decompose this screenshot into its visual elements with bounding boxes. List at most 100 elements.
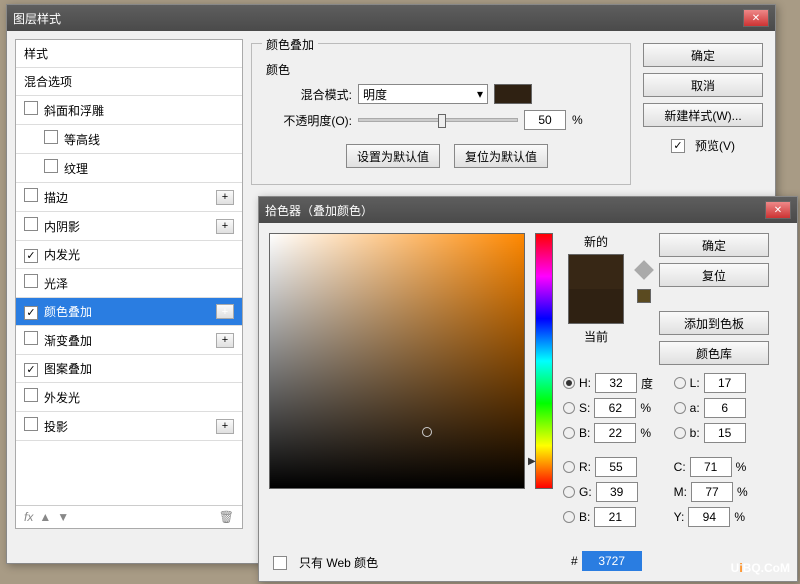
c-input[interactable]: [690, 457, 732, 477]
websafe-swatch-icon[interactable]: [637, 289, 651, 303]
current-label: 当前: [563, 328, 629, 345]
arrow-up-icon[interactable]: ▲: [39, 510, 51, 524]
radio-rgbb[interactable]: [563, 511, 575, 523]
style-item-stroke[interactable]: 描边+: [16, 183, 242, 212]
reset-default-button[interactable]: 复位为默认值: [454, 144, 548, 168]
style-header-styles[interactable]: 样式: [16, 40, 242, 68]
chevron-down-icon: ▾: [477, 87, 483, 101]
preview-label: 预览(V): [695, 137, 735, 154]
radio-b[interactable]: [563, 427, 575, 439]
plus-icon[interactable]: +: [216, 190, 234, 205]
rgbb-input[interactable]: [594, 507, 636, 527]
style-item-inner-glow[interactable]: 内发光: [16, 241, 242, 269]
radio-r[interactable]: [563, 461, 575, 473]
style-header-blend[interactable]: 混合选项: [16, 68, 242, 96]
close-icon[interactable]: ✕: [765, 201, 791, 219]
watermark: UiBQ.CoM: [731, 555, 790, 578]
plus-icon[interactable]: +: [216, 219, 234, 234]
color-picker-dialog: 拾色器（叠加颜色） ✕ ▶ 新的 当前: [258, 196, 798, 582]
web-only-label: 只有 Web 颜色: [299, 554, 378, 571]
radio-g[interactable]: [563, 486, 575, 498]
hex-prefix: #: [571, 554, 578, 568]
radio-h[interactable]: [563, 377, 575, 389]
new-style-button[interactable]: 新建样式(W)...: [643, 103, 763, 127]
checkbox[interactable]: [24, 306, 38, 320]
hue-slider[interactable]: ▶: [535, 233, 553, 489]
radio-s[interactable]: [563, 402, 575, 414]
style-item-satin[interactable]: 光泽: [16, 269, 242, 298]
style-item-color-overlay[interactable]: 颜色叠加+: [16, 298, 242, 326]
hex-input[interactable]: 3727: [582, 551, 642, 571]
style-item-contour[interactable]: 等高线: [16, 125, 242, 154]
arrow-down-icon[interactable]: ▼: [57, 510, 69, 524]
set-default-button[interactable]: 设置为默认值: [346, 144, 440, 168]
radio-labb[interactable]: [674, 427, 686, 439]
web-only-row: 只有 Web 颜色: [273, 554, 378, 571]
web-only-checkbox[interactable]: [273, 556, 287, 570]
saturation-value-field[interactable]: [269, 233, 525, 489]
checkbox[interactable]: [24, 388, 38, 402]
layer-style-titlebar: 图层样式 ✕: [7, 5, 775, 31]
checkbox[interactable]: [24, 101, 38, 115]
style-item-outer-glow[interactable]: 外发光: [16, 383, 242, 412]
opacity-label: 不透明度(O):: [274, 112, 352, 129]
plus-icon[interactable]: +: [216, 333, 234, 348]
s-input[interactable]: [594, 398, 636, 418]
y-input[interactable]: [688, 507, 730, 527]
radio-a[interactable]: [674, 402, 686, 414]
window-buttons: ✕: [743, 9, 769, 27]
style-item-drop-shadow[interactable]: 投影+: [16, 412, 242, 441]
ok-button[interactable]: 确定: [643, 43, 763, 67]
m-input[interactable]: [691, 482, 733, 502]
checkbox[interactable]: [24, 331, 38, 345]
style-item-pattern-overlay[interactable]: 图案叠加: [16, 355, 242, 383]
layer-style-title: 图层样式: [13, 10, 61, 27]
new-current-swatch: 新的 当前: [563, 233, 629, 365]
gamut-warning-icon[interactable]: [634, 260, 654, 280]
checkbox[interactable]: [24, 274, 38, 288]
add-swatch-button[interactable]: 添加到色板: [659, 311, 769, 335]
hex-row: # 3727: [571, 551, 642, 571]
checkbox[interactable]: [24, 188, 38, 202]
close-icon[interactable]: ✕: [743, 9, 769, 27]
preview-checkbox[interactable]: [671, 139, 685, 153]
cancel-button[interactable]: 取消: [643, 73, 763, 97]
new-label: 新的: [563, 233, 629, 250]
h-input[interactable]: [595, 373, 637, 393]
checkbox[interactable]: [24, 417, 38, 431]
blend-mode-select[interactable]: 明度▾: [358, 84, 488, 104]
plus-icon[interactable]: +: [216, 419, 234, 434]
picker-right-buttons: 确定 复位 添加到色板 颜色库: [659, 233, 769, 365]
opacity-slider[interactable]: [358, 118, 518, 122]
overlay-group-title: 颜色叠加: [262, 36, 318, 53]
checkbox[interactable]: [44, 130, 58, 144]
opacity-input[interactable]: [524, 110, 566, 130]
plus-icon[interactable]: +: [216, 304, 234, 319]
style-item-inner-shadow[interactable]: 内阴影+: [16, 212, 242, 241]
current-color-swatch[interactable]: [569, 289, 623, 323]
picker-reset-button[interactable]: 复位: [659, 263, 769, 287]
l-input[interactable]: [704, 373, 746, 393]
sv-cursor: [422, 427, 432, 437]
checkbox[interactable]: [44, 159, 58, 173]
g-input[interactable]: [596, 482, 638, 502]
picker-ok-button[interactable]: 确定: [659, 233, 769, 257]
radio-l[interactable]: [674, 377, 686, 389]
r-input[interactable]: [595, 457, 637, 477]
trash-icon[interactable]: 🗑: [219, 510, 234, 524]
a-input[interactable]: [704, 398, 746, 418]
checkbox[interactable]: [24, 249, 38, 263]
new-color-swatch[interactable]: [569, 255, 623, 289]
style-item-bevel[interactable]: 斜面和浮雕: [16, 96, 242, 125]
style-item-texture[interactable]: 纹理: [16, 154, 242, 183]
color-lib-button[interactable]: 颜色库: [659, 341, 769, 365]
checkbox[interactable]: [24, 363, 38, 377]
labb-input[interactable]: [704, 423, 746, 443]
overlay-color-swatch[interactable]: [494, 84, 532, 104]
picker-title: 拾色器（叠加颜色）: [265, 202, 373, 219]
style-item-gradient-overlay[interactable]: 渐变叠加+: [16, 326, 242, 355]
fx-icon[interactable]: fx: [24, 510, 33, 524]
checkbox[interactable]: [24, 217, 38, 231]
b-input[interactable]: [594, 423, 636, 443]
opacity-unit: %: [572, 113, 583, 127]
